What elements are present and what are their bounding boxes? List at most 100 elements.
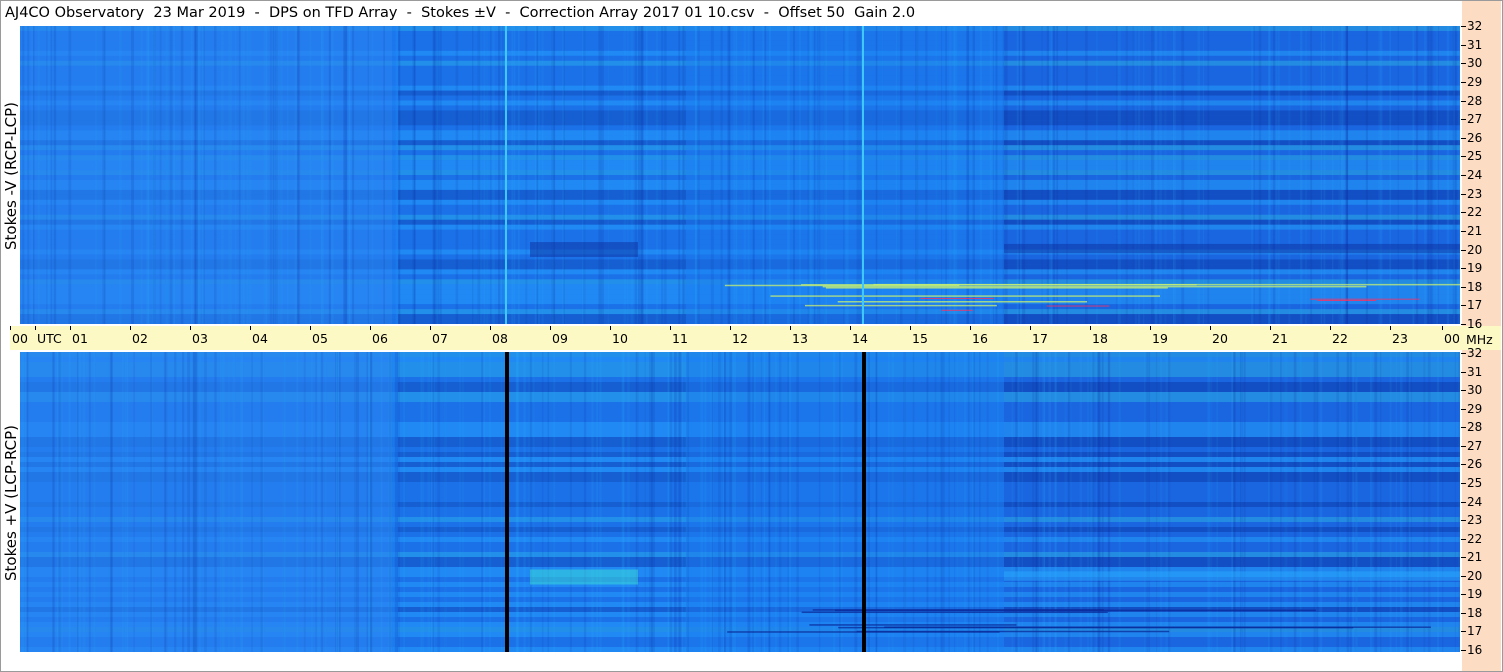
- heatmap-texture: [992, 26, 994, 324]
- freq-tick-mark: [1461, 119, 1466, 121]
- heatmap-texture: [952, 26, 955, 324]
- heatmap-texture: [1427, 352, 1431, 652]
- heatmap-texture: [297, 26, 299, 324]
- heatmap-band: [20, 264, 398, 270]
- heatmap-band: [20, 135, 398, 141]
- heatmap-texture: [966, 26, 970, 324]
- heatmap-texture: [1323, 26, 1326, 324]
- heatmap-texture: [1389, 26, 1392, 324]
- heatmap-texture: [1202, 26, 1204, 324]
- heatmap-texture: [1085, 26, 1088, 324]
- heatmap-texture: [940, 26, 943, 324]
- heatmap-texture: [79, 352, 81, 652]
- heatmap-band: [20, 95, 398, 101]
- heatmap-texture: [490, 26, 492, 324]
- freq-tick-label: 17: [1467, 624, 1483, 639]
- heatmap-vertical-line: [505, 26, 507, 324]
- heatmap-texture: [876, 352, 878, 652]
- freq-unit-label: MHz: [1466, 332, 1493, 347]
- heatmap-texture: [1436, 26, 1438, 324]
- heatmap-texture: [733, 26, 735, 324]
- heatmap-band: [1004, 120, 1460, 126]
- heatmap-band: [1004, 85, 1460, 91]
- heatmap-texture: [1454, 352, 1456, 652]
- freq-tick-label: 25: [1467, 475, 1483, 490]
- freq-tick-label: 25: [1467, 149, 1483, 164]
- heatmap-texture: [1017, 352, 1020, 652]
- time-tick-label: 21: [1270, 326, 1288, 346]
- freq-tick-mark: [1461, 156, 1466, 158]
- heatmap-texture: [778, 352, 782, 652]
- heatmap-texture: [110, 352, 113, 652]
- heatmap-texture: [912, 352, 915, 652]
- freq-tick-mark: [1461, 249, 1466, 251]
- heatmap-band: [20, 179, 398, 185]
- heatmap-band: [1004, 274, 1460, 280]
- heatmap-texture: [166, 26, 169, 324]
- time-unit-label: UTC: [35, 326, 62, 346]
- heatmap-texture: [1426, 26, 1429, 324]
- heatmap-texture: [182, 352, 185, 652]
- time-tick-label: 07: [430, 326, 448, 346]
- heatmap-texture: [1319, 352, 1323, 652]
- heatmap-band: [20, 110, 398, 116]
- heatmap-interference-line: [825, 287, 1168, 289]
- heatmap-texture: [336, 352, 338, 652]
- heatmap-texture: [787, 352, 790, 652]
- heatmap-band: [20, 214, 398, 220]
- heatmap-texture: [1042, 352, 1045, 652]
- heatmap-vertical-line: [862, 26, 864, 324]
- freq-tick-mark: [1461, 286, 1466, 288]
- time-tick-label: 09: [550, 326, 568, 346]
- heatmap-band: [20, 85, 398, 91]
- heatmap-texture: [1442, 352, 1444, 652]
- heatmap-band: [1004, 115, 1460, 121]
- heatmap-texture: [1284, 352, 1288, 652]
- freq-tick-label: 32: [1467, 19, 1483, 33]
- heatmap-texture: [229, 26, 232, 324]
- heatmap-texture: [817, 26, 820, 324]
- heatmap-texture: [1349, 352, 1352, 652]
- heatmap-texture: [272, 26, 275, 324]
- heatmap-band: [20, 175, 398, 180]
- heatmap-texture: [621, 352, 624, 652]
- spectrogram-bottom-canvas: [20, 352, 1460, 652]
- heatmap-texture: [925, 26, 927, 324]
- heatmap-band: [1004, 135, 1460, 141]
- heatmap-texture: [596, 352, 598, 652]
- freq-tick-mark: [1461, 594, 1466, 596]
- heatmap-texture: [523, 352, 526, 652]
- heatmap-band: [20, 140, 398, 146]
- heatmap-texture: [881, 26, 884, 324]
- heatmap-band: [1004, 194, 1460, 200]
- heatmap-interference-line: [1046, 305, 1110, 307]
- heatmap-band: [1004, 199, 1460, 205]
- freq-tick-label: 24: [1467, 494, 1483, 509]
- heatmap-texture: [1118, 352, 1121, 652]
- heatmap-texture: [367, 26, 369, 324]
- heatmap-texture: [1018, 26, 1021, 324]
- heatmap-texture: [753, 26, 755, 324]
- heatmap-texture: [1340, 26, 1343, 324]
- heatmap-texture: [1371, 352, 1373, 652]
- freq-tick-mark: [1461, 371, 1466, 373]
- heatmap-texture: [534, 26, 538, 324]
- heatmap-texture: [479, 26, 482, 324]
- heatmap-texture: [511, 26, 514, 324]
- heatmap-texture: [343, 26, 345, 324]
- heatmap-texture: [1146, 352, 1148, 652]
- heatmap-texture: [718, 352, 721, 652]
- heatmap-texture: [1231, 352, 1233, 652]
- heatmap-texture: [321, 352, 324, 652]
- heatmap-band: [1004, 239, 1460, 245]
- heatmap-band: [1004, 170, 1460, 175]
- time-tick-label: 01: [70, 326, 88, 346]
- heatmap-texture: [711, 352, 714, 652]
- heatmap-band: [20, 229, 398, 235]
- heatmap-texture: [251, 352, 253, 652]
- heatmap-texture: [954, 352, 956, 652]
- heatmap-texture: [228, 26, 230, 324]
- freq-tick-label: 27: [1467, 438, 1483, 453]
- heatmap-texture: [1300, 26, 1303, 324]
- heatmap-texture: [1423, 352, 1426, 652]
